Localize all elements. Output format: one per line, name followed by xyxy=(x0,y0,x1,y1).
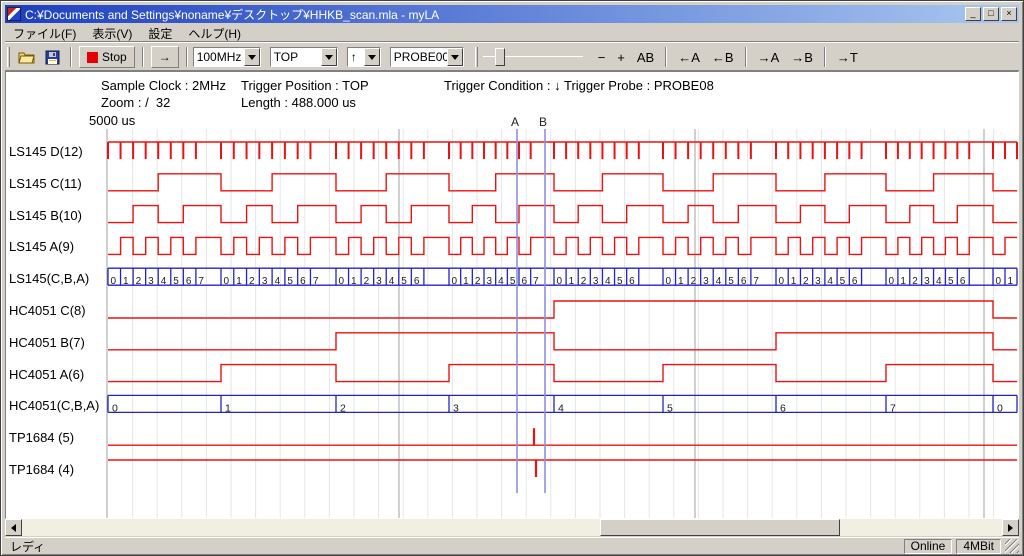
menu-item[interactable]: ヘルプ(H) xyxy=(180,24,249,43)
trigger-position-select[interactable]: TOP xyxy=(270,47,338,67)
channel-label[interactable]: LS145 A(9) xyxy=(9,239,74,254)
zoom-out-button[interactable]: − xyxy=(592,46,612,68)
goto-cursor-b-left-button[interactable]: ←B xyxy=(706,46,740,68)
goto-cursor-a-left-button[interactable]: ←A xyxy=(672,46,706,68)
goto-trigger-button[interactable]: →T xyxy=(831,46,864,68)
trigger-probe-value: PROBE00 xyxy=(391,50,447,64)
channel-label[interactable]: HC4051 A(6) xyxy=(9,367,84,382)
status-bar: レディ Online 4MBit xyxy=(5,538,1019,554)
chevron-down-icon xyxy=(451,55,459,60)
trigger-probe-info: Trigger Probe : PROBE08 xyxy=(564,78,714,93)
sample-clock-select[interactable]: 100MHz xyxy=(193,47,261,67)
trigger-edge-select[interactable]: ↑ xyxy=(347,47,381,67)
maximize-button[interactable]: □ xyxy=(983,7,999,21)
zoom-slider[interactable] xyxy=(483,47,583,67)
channel-label[interactable]: LS145 C(11) xyxy=(9,176,82,191)
ab-button[interactable]: AB xyxy=(631,46,660,68)
window-title: C:¥Documents and Settings¥noname¥デスクトップ¥… xyxy=(25,6,963,23)
scroll-left-button[interactable] xyxy=(5,519,22,536)
channel-label[interactable]: TP1684 (4) xyxy=(9,462,74,477)
close-button[interactable]: × xyxy=(1001,7,1017,21)
run-arrow-icon: → xyxy=(159,50,171,64)
zoom-in-button[interactable]: + xyxy=(611,46,631,68)
channel-label[interactable]: HC4051(C,B,A) xyxy=(9,398,99,413)
sample-clock-value: 100MHz xyxy=(194,50,244,64)
length-info: Length : 488.000 us xyxy=(241,95,356,110)
channel-label[interactable]: LS145(C,B,A) xyxy=(9,271,89,286)
toolbar: Stop → 100MHz TOP ↑ PROBE00 − + AB xyxy=(5,44,1019,71)
goto-cursor-a-right-button[interactable]: →A xyxy=(752,46,786,68)
run-button[interactable]: → xyxy=(151,46,179,68)
chevron-down-icon xyxy=(368,55,376,60)
channel-label[interactable]: HC4051 C(8) xyxy=(9,303,86,318)
status-online-badge: Online xyxy=(904,539,953,554)
arrow-right-icon xyxy=(1008,524,1013,532)
menu-item[interactable]: 設定 xyxy=(140,24,180,43)
slider-handle[interactable] xyxy=(495,48,505,66)
dropdown-button[interactable] xyxy=(321,48,337,66)
channel-label-column: LS145 D(12) LS145 C(11) LS145 B(10) LS145 A… xyxy=(1,1,105,556)
trigger-edge-value: ↑ xyxy=(348,50,364,64)
scrollbar-thumb[interactable] xyxy=(600,519,840,536)
menu-bar: ファイル(F)表示(V)設定ヘルプ(H) xyxy=(5,25,1019,42)
channel-label[interactable]: LS145 B(10) xyxy=(9,208,82,223)
horizontal-scrollbar[interactable] xyxy=(5,519,1019,536)
trigger-position-value: TOP xyxy=(271,50,321,64)
trigger-probe-select[interactable]: PROBE00 xyxy=(390,47,464,67)
status-ready-text: レディ xyxy=(5,538,900,555)
channel-label[interactable]: TP1684 (5) xyxy=(9,430,74,445)
dropdown-button[interactable] xyxy=(364,48,380,66)
toolbar-grip[interactable] xyxy=(475,47,478,67)
sample-clock-info: Sample Clock : 2MHz xyxy=(101,78,226,93)
arrow-left-icon xyxy=(11,524,16,532)
toolbar-separator xyxy=(142,47,144,67)
zoom-info: Zoom : / 32 xyxy=(101,95,170,110)
status-memory-badge: 4MBit xyxy=(956,539,1001,554)
title-bar: C:¥Documents and Settings¥noname¥デスクトップ¥… xyxy=(5,5,1019,23)
chevron-down-icon xyxy=(325,55,333,60)
minimize-button[interactable]: _ xyxy=(965,7,981,21)
resize-grip[interactable] xyxy=(1005,539,1019,553)
waveform-panel[interactable] xyxy=(5,71,1019,519)
toolbar-separator xyxy=(665,47,667,67)
channel-label[interactable]: LS145 D(12) xyxy=(9,144,83,159)
toolbar-separator xyxy=(186,47,188,67)
dropdown-button[interactable] xyxy=(244,48,260,66)
chevron-down-icon xyxy=(248,55,256,60)
trigger-position-info: Trigger Position : TOP xyxy=(241,78,369,93)
toolbar-separator xyxy=(745,47,747,67)
stop-label: Stop xyxy=(102,50,127,64)
toolbar-separator xyxy=(824,47,826,67)
trigger-condition-info: Trigger Condition : ↓ xyxy=(444,78,561,93)
goto-cursor-b-right-button[interactable]: →B xyxy=(785,46,819,68)
channel-label[interactable]: HC4051 B(7) xyxy=(9,335,85,350)
dropdown-button[interactable] xyxy=(447,48,463,66)
app-window: C:¥Documents and Settings¥noname¥デスクトップ¥… xyxy=(0,0,1024,556)
scroll-right-button[interactable] xyxy=(1002,519,1019,536)
